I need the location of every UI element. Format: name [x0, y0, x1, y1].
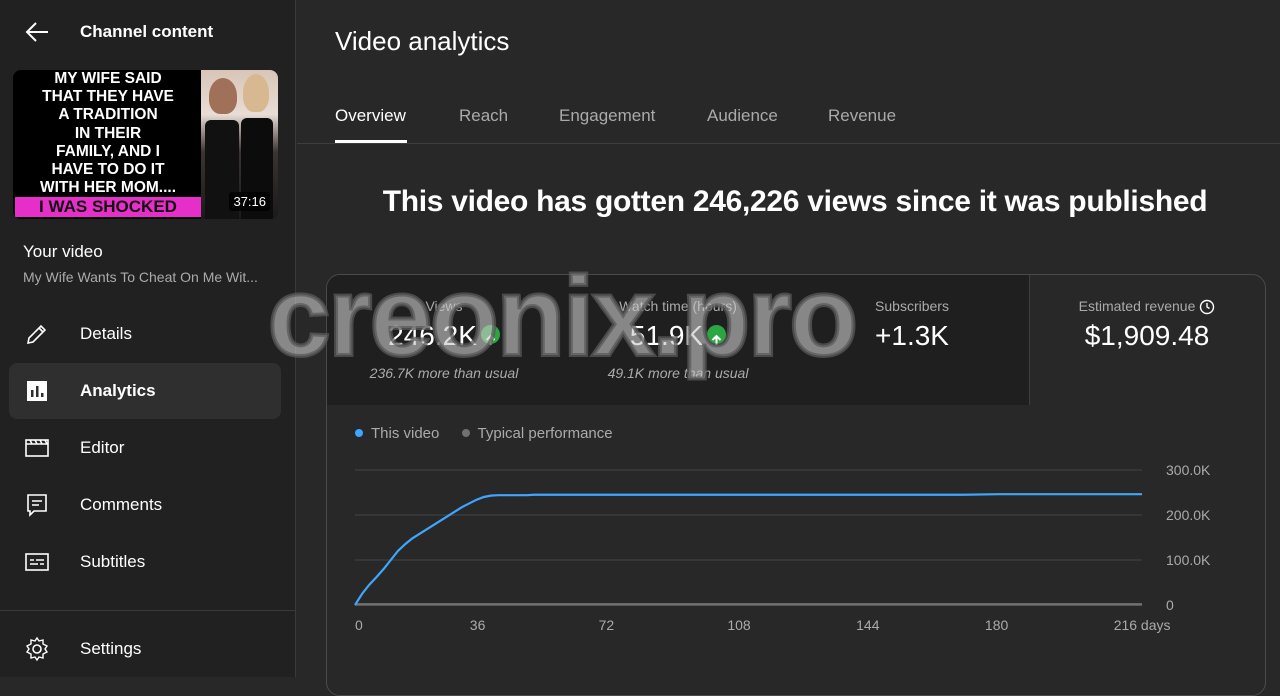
metric-label: Views	[425, 298, 463, 314]
y-tick-label: 0	[1166, 597, 1174, 613]
this-video-line	[354, 493, 1142, 606]
tab-overview[interactable]: Overview	[335, 106, 406, 126]
x-tick-label: 216 days	[1114, 617, 1171, 633]
legend-typical-performance[interactable]: Typical performance	[461, 425, 613, 442]
sidebar-item-details[interactable]: Details	[9, 306, 281, 362]
metric-label: Subscribers	[875, 298, 949, 314]
legend-label: Typical performance	[477, 425, 613, 442]
metric-subscribers[interactable]: Subscribers +1.3K	[795, 275, 1030, 405]
sidebar-item-label: Editor	[80, 438, 125, 457]
thumbnail-highlight: I WAS SHOCKED	[15, 197, 201, 217]
analytics-icon	[27, 381, 47, 401]
x-tick-label: 0	[355, 617, 363, 633]
x-tick-label: 72	[599, 617, 615, 633]
metric-comparison: 49.1K more than usual	[607, 365, 749, 381]
sidebar-item-subtitles[interactable]: Subtitles	[9, 534, 281, 590]
sidebar-header: Channel content	[0, 0, 296, 64]
metric-value-text: 246.2K	[388, 320, 477, 351]
x-tick-label: 36	[470, 617, 486, 633]
sidebar-item-label: Analytics	[80, 381, 156, 400]
views-chart: 0 100.0K 200.0K 300.0K 0 36 72 108 144 180 216 day…	[354, 462, 1211, 633]
thumbnail-figure	[209, 78, 237, 114]
sidebar-item-label: Comments	[80, 495, 163, 514]
y-tick-label: 200.0K	[1166, 507, 1211, 523]
metric-label-text: Estimated revenue	[1078, 298, 1196, 314]
video-thumbnail[interactable]: MY WIFE SAID THAT THEY HAVE A TRADITION …	[13, 70, 278, 219]
metrics-row: Views 246.2K 236.7K more than usual Watc…	[327, 275, 1265, 405]
gear-icon	[25, 637, 49, 661]
clapperboard-icon	[25, 439, 49, 457]
sidebar-item-label: Details	[80, 324, 132, 343]
sidebar-item-label: Settings	[80, 639, 142, 658]
y-tick-label: 100.0K	[1166, 552, 1211, 568]
metric-value: 246.2K	[327, 320, 561, 352]
x-tick-label: 180	[985, 617, 1009, 633]
sidebar: Channel content MY WIFE SAID THAT THEY H…	[0, 0, 296, 677]
sidebar-title: Channel content	[80, 22, 214, 41]
metric-label: Watch time (hours)	[619, 298, 737, 314]
trend-up-icon	[480, 325, 500, 346]
sidebar-item-settings[interactable]: Settings	[9, 621, 281, 677]
legend-dot	[355, 429, 363, 438]
sidebar-item-comments[interactable]: Comments	[9, 477, 281, 533]
chart-legend: This video Typical performance	[355, 425, 631, 442]
comment-icon	[27, 494, 47, 517]
metric-revenue[interactable]: Estimated revenue $1,909.48	[1029, 275, 1265, 405]
sidebar-divider	[0, 610, 296, 611]
main-content: Video analytics Overview Reach Engagemen…	[297, 0, 1280, 696]
sidebar-item-editor[interactable]: Editor	[9, 420, 281, 476]
sidebar-item-analytics[interactable]: Analytics	[9, 363, 281, 419]
metric-value: +1.3K	[875, 320, 949, 351]
metric-value: 51.9K	[561, 320, 795, 352]
video-duration: 37:16	[229, 192, 270, 211]
legend-dot	[461, 429, 470, 438]
y-tick-label: 300.0K	[1166, 462, 1211, 478]
metric-value: $1,909.48	[1084, 320, 1210, 351]
arrow-back-icon[interactable]	[24, 20, 50, 44]
x-tick-label: 108	[727, 617, 751, 633]
x-tick-label: 144	[856, 617, 880, 633]
tab-engagement[interactable]: Engagement	[559, 106, 655, 126]
metric-watch-time[interactable]: Watch time (hours) 51.9K 49.1K more than…	[561, 275, 796, 405]
clock-icon	[1200, 300, 1215, 315]
your-video-label: Your video	[23, 242, 103, 261]
pencil-icon	[26, 324, 47, 345]
tabs-divider	[297, 143, 1280, 144]
page-title: Video analytics	[335, 26, 510, 56]
subtitles-icon	[25, 553, 49, 571]
trend-up-icon	[707, 325, 727, 346]
metric-comparison: 236.7K more than usual	[369, 365, 519, 381]
tab-revenue[interactable]: Revenue	[828, 106, 896, 126]
tab-reach[interactable]: Reach	[459, 106, 508, 126]
thumbnail-figure	[243, 74, 269, 112]
metric-views[interactable]: Views 246.2K 236.7K more than usual	[327, 275, 562, 405]
legend-this-video[interactable]: This video	[355, 425, 439, 442]
metric-label: Estimated revenue	[1029, 298, 1265, 315]
views-headline: This video has gotten 246,226 views sinc…	[382, 185, 1208, 218]
legend-label: This video	[371, 425, 440, 442]
analytics-card: Views 246.2K 236.7K more than usual Watc…	[326, 274, 1266, 696]
video-title: My Wife Wants To Cheat On Me Wit...	[23, 269, 258, 285]
tab-audience[interactable]: Audience	[707, 106, 778, 126]
sidebar-item-label: Subtitles	[80, 552, 146, 571]
metric-value-text: 51.9K	[629, 320, 704, 351]
